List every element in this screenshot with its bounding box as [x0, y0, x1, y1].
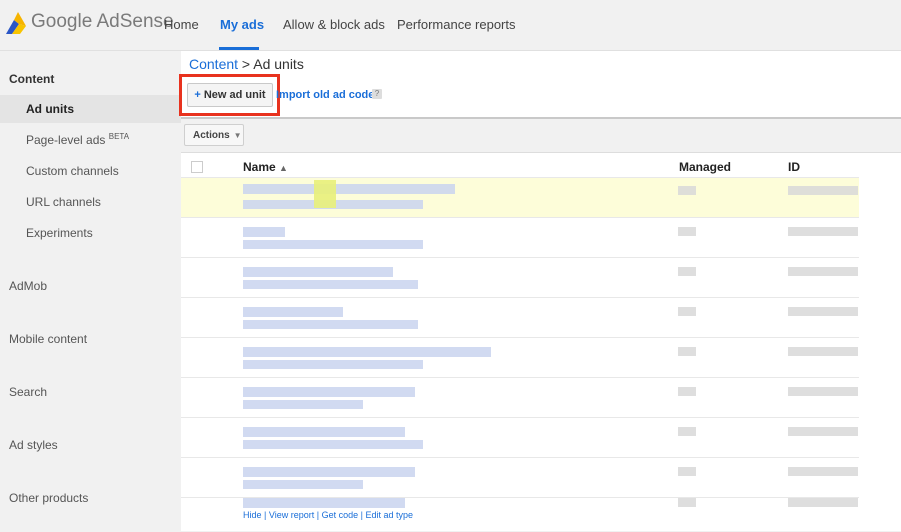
redacted-text: [243, 280, 418, 289]
nav-home[interactable]: Home: [164, 17, 199, 32]
app-logo-text[interactable]: Google AdSense: [31, 11, 174, 33]
breadcrumb-separator: >: [238, 56, 254, 72]
table-row[interactable]: [181, 457, 859, 498]
row-actions: Hide | View report | Get code | Edit ad …: [243, 510, 413, 520]
column-header-name[interactable]: Name ▲: [243, 160, 288, 174]
redacted-value: [678, 307, 696, 316]
column-name-label: Name: [243, 160, 276, 174]
redacted-value: [678, 227, 696, 236]
cursor-highlight: [314, 180, 336, 208]
redacted-text: [243, 320, 418, 329]
redacted-value: [678, 387, 696, 396]
sidebar-item-experiments[interactable]: Experiments: [26, 226, 93, 240]
sidebar-item-other-products[interactable]: Other products: [9, 491, 88, 505]
nav-my-ads[interactable]: My ads: [220, 17, 264, 32]
select-all-checkbox[interactable]: [191, 161, 203, 173]
sidebar-item-url-channels[interactable]: URL channels: [26, 195, 101, 209]
column-header-id[interactable]: ID: [788, 160, 800, 174]
actions-dropdown[interactable]: Actions ▼: [184, 124, 244, 146]
redacted-text: [243, 480, 363, 489]
redacted-value: [788, 227, 858, 236]
sidebar-item-search[interactable]: Search: [9, 385, 47, 399]
sidebar: Content Ad units Page-level ads BETA Cus…: [0, 51, 181, 531]
redacted-value: [678, 267, 696, 276]
view-report-link[interactable]: View report: [269, 510, 314, 520]
top-bar: Google AdSense Home My ads Allow & block…: [0, 0, 901, 51]
redacted-value: [678, 467, 696, 476]
redacted-text: [243, 360, 423, 369]
redacted-value: [678, 427, 696, 436]
sidebar-item-ad-styles[interactable]: Ad styles: [9, 438, 58, 452]
help-icon[interactable]: ?: [372, 89, 382, 99]
redacted-value: [788, 186, 858, 195]
redacted-value: [788, 467, 858, 476]
beta-badge: BETA: [108, 132, 130, 141]
import-old-ad-code-link[interactable]: Import old ad code: [276, 89, 374, 101]
table-row[interactable]: [181, 257, 859, 298]
new-ad-unit-button[interactable]: + New ad unit: [187, 83, 273, 107]
column-header-managed[interactable]: Managed: [679, 160, 731, 174]
redacted-value: [788, 307, 858, 316]
redacted-text: [243, 267, 393, 277]
caret-down-icon: ▼: [233, 131, 242, 140]
redacted-text: [243, 347, 491, 357]
nav-allow-block-ads[interactable]: Allow & block ads: [283, 17, 385, 32]
breadcrumb-content-link[interactable]: Content: [189, 56, 238, 72]
table-row[interactable]: [181, 297, 859, 338]
redacted-text: [243, 387, 415, 397]
redacted-text: [243, 227, 285, 237]
redacted-text: [243, 240, 423, 249]
table-row[interactable]: [181, 417, 859, 458]
adsense-logo-icon[interactable]: [6, 12, 26, 34]
redacted-value: [788, 347, 858, 356]
hide-link[interactable]: Hide: [243, 510, 262, 520]
sidebar-item-ad-units[interactable]: Ad units: [26, 102, 74, 116]
plus-icon: +: [194, 89, 201, 101]
table-row[interactable]: [181, 337, 859, 378]
edit-ad-type-link[interactable]: Edit ad type: [365, 510, 413, 520]
table-row[interactable]: [181, 377, 859, 418]
redacted-text: [243, 427, 405, 437]
redacted-text: [243, 498, 405, 508]
sidebar-content-header[interactable]: Content: [9, 72, 54, 86]
sort-up-icon: ▲: [279, 163, 288, 173]
nav-performance-reports[interactable]: Performance reports: [397, 17, 516, 32]
redacted-value: [788, 267, 858, 276]
actions-label: Actions: [193, 130, 230, 141]
redacted-text: [243, 440, 423, 449]
actions-toolbar: Actions ▼: [181, 119, 901, 153]
new-ad-unit-label: New ad unit: [203, 89, 266, 101]
redacted-value: [678, 498, 696, 507]
table-row[interactable]: [181, 217, 859, 258]
redacted-text: [243, 400, 363, 409]
sidebar-item-mobile-content[interactable]: Mobile content: [9, 332, 87, 346]
nav-active-indicator: [219, 47, 259, 50]
sidebar-item-custom-channels[interactable]: Custom channels: [26, 164, 119, 178]
redacted-text: [243, 467, 415, 477]
redacted-text: [243, 307, 343, 317]
breadcrumb-current: Ad units: [253, 56, 304, 72]
breadcrumb: Content > Ad units: [189, 56, 304, 72]
sidebar-item-page-level-ads[interactable]: Page-level ads BETA: [26, 132, 129, 147]
sidebar-item-label: Page-level ads: [26, 133, 106, 147]
redacted-value: [788, 498, 858, 507]
table-row[interactable]: [181, 177, 859, 218]
main-content: Content > Ad units + New ad unit Import o…: [179, 51, 901, 531]
redacted-value: [788, 387, 858, 396]
redacted-value: [678, 186, 696, 195]
redacted-value: [678, 347, 696, 356]
get-code-link[interactable]: Get code: [322, 510, 359, 520]
sidebar-item-admob[interactable]: AdMob: [9, 279, 47, 293]
redacted-text: [243, 184, 455, 194]
redacted-value: [788, 427, 858, 436]
